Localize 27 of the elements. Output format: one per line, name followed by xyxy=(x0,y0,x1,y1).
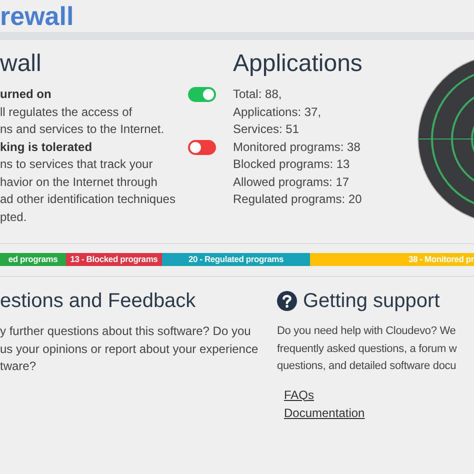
status-title: king is tolerated xyxy=(0,138,94,156)
section-heading: wall xyxy=(0,49,42,79)
bar-segment: 13 - Blocked programs xyxy=(66,253,162,266)
stat-line: Allowed programs: 17 xyxy=(233,174,350,190)
section-heading: Applications xyxy=(233,49,364,79)
toggle-switch[interactable] xyxy=(188,140,216,154)
section-heading: estions and Feedback xyxy=(0,289,197,313)
bar-segment: 38 - Monitored pr xyxy=(310,253,474,266)
help-icon xyxy=(277,291,297,311)
toggle-switch[interactable] xyxy=(188,87,216,102)
status-title: urned on xyxy=(0,86,52,103)
stat-line: Monitored programs: 38 xyxy=(233,138,362,156)
stat-line: Services: 51 xyxy=(233,121,300,138)
stat-line: Blocked programs: 13 xyxy=(233,156,351,173)
paragraph: y further questions about this software? Do you us your opinions or report about your experience tware? xyxy=(0,323,260,375)
page-title: rewall xyxy=(0,1,74,31)
bar-segment: ed programs xyxy=(0,253,66,266)
section-heading: Getting support xyxy=(303,289,440,313)
link[interactable]: FAQs xyxy=(284,386,314,404)
paragraph: Do you need help with Cloudevo? We frequently asked questions, a forum w questions, and detailed software docu xyxy=(277,324,458,374)
stat-line: Regulated programs: 20 xyxy=(233,191,363,208)
link[interactable]: Documentation xyxy=(284,404,365,422)
status-description: ll regulates the access of ns and services to the Internet. xyxy=(0,104,166,138)
stat-line: Applications: 37, xyxy=(233,104,322,120)
bar-segment: 20 - Regulated programs xyxy=(162,253,310,266)
stat-line: Total: 88, xyxy=(233,86,283,103)
status-description: ns to services that track your havior on the Internet through ad other identification techniques pted. xyxy=(0,156,176,226)
